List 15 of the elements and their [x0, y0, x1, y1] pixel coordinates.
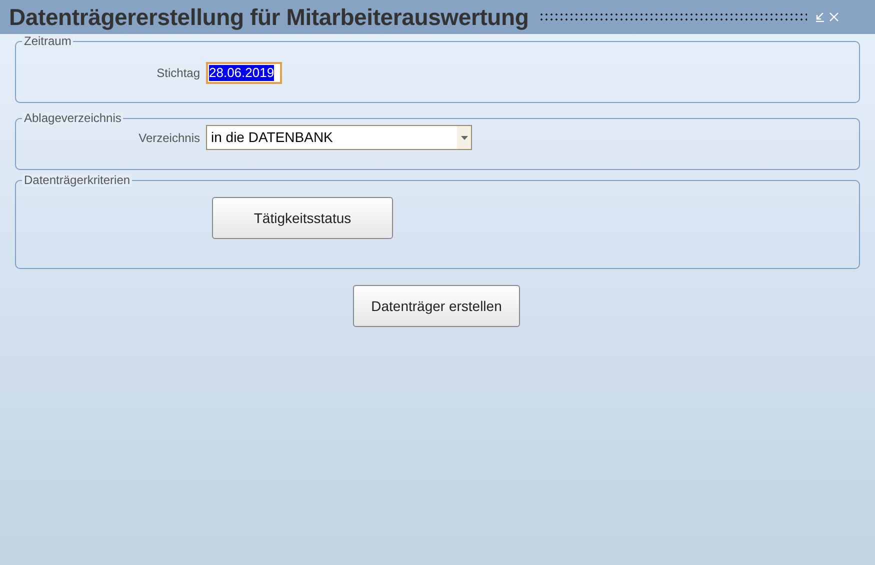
group-legend: Ablageverzeichnis [22, 112, 124, 125]
minimize-icon[interactable] [814, 12, 825, 22]
caret-icon [460, 136, 468, 140]
create-button[interactable]: Datenträger erstellen [353, 285, 520, 327]
date-field[interactable]: 28.06.2019 [206, 62, 282, 84]
dropdown-value: in die DATENBANK [210, 128, 334, 147]
field-label: Stichtag [156, 65, 201, 82]
date-value: 28.06.2019 [209, 65, 274, 81]
window-title: Datenträgererstellung für Mitarbeiterauswertung [9, 2, 529, 32]
status-button[interactable]: Tätigkeitsstatus [212, 197, 393, 239]
field-label: Verzeichnis [138, 130, 201, 146]
group-legend: Datenträgerkriterien [22, 174, 132, 187]
group-legend: Zeitraum [22, 35, 74, 48]
directory-dropdown[interactable]: in die DATENBANK [206, 125, 472, 150]
close-icon[interactable] [828, 12, 839, 22]
